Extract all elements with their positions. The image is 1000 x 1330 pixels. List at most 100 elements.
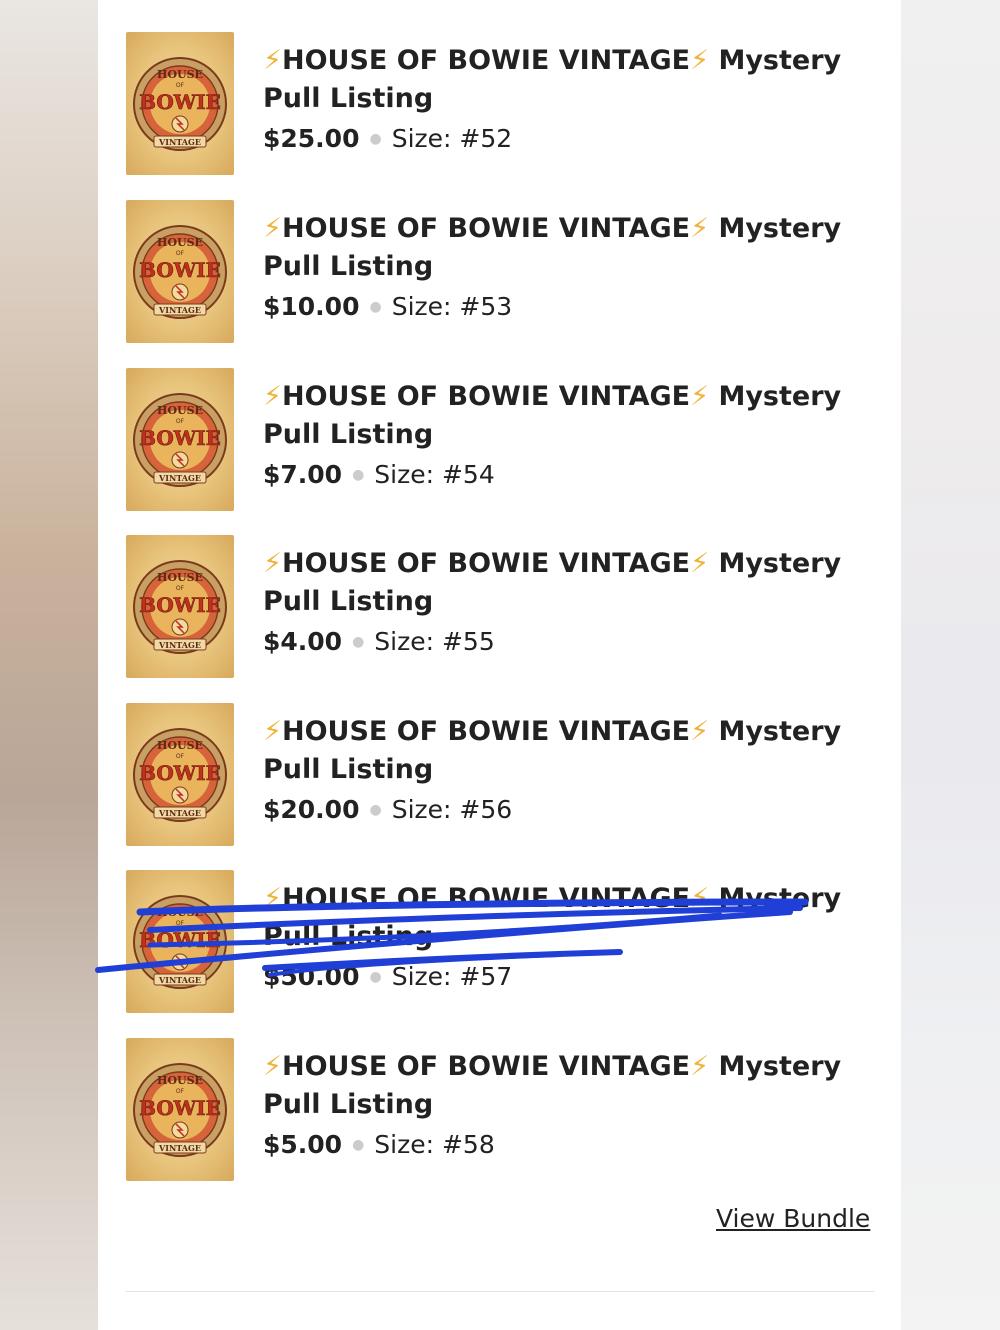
item-title[interactable]: ⚡HOUSE OF BOWIE VINTAGE⚡ Mystery Pull Li… (263, 42, 863, 118)
item-thumbnail[interactable]: HOUSE OF BOWIE VINTAGE (126, 703, 234, 846)
item-title[interactable]: ⚡HOUSE OF BOWIE VINTAGE⚡ Mystery Pull Li… (263, 713, 863, 789)
svg-text:HOUSE: HOUSE (157, 739, 203, 752)
lightning-bolt-icon: ⚡ (690, 716, 710, 747)
svg-text:OF: OF (176, 82, 185, 89)
item-title[interactable]: ⚡HOUSE OF BOWIE VINTAGE⚡ Mystery Pull Li… (263, 545, 863, 621)
svg-text:OF: OF (176, 1088, 185, 1095)
svg-text:BOWIE: BOWIE (139, 258, 221, 282)
separator-dot: ● (369, 131, 382, 147)
lightning-bolt-icon: ⚡ (263, 381, 282, 412)
svg-text:BOWIE: BOWIE (139, 761, 221, 785)
item-price-line: $10.00 ● Size: #53 (263, 292, 512, 321)
item-size: Size: #56 (391, 795, 513, 824)
item-title[interactable]: ⚡HOUSE OF BOWIE VINTAGE⚡ Mystery Pull Li… (263, 378, 863, 454)
separator-dot: ● (352, 1137, 365, 1153)
bundle-item[interactable]: HOUSE OF BOWIE VINTAGE ⚡HOUSE OF BOWIE V… (126, 870, 886, 1015)
svg-text:HOUSE: HOUSE (157, 236, 203, 249)
bundle-item[interactable]: HOUSE OF BOWIE VINTAGE ⚡HOUSE OF BOWIE V… (126, 200, 886, 345)
svg-text:OF: OF (176, 418, 185, 425)
svg-text:OF: OF (176, 250, 185, 257)
item-price-line: $7.00 ● Size: #54 (263, 460, 495, 489)
separator-dot: ● (369, 969, 382, 985)
separator-dot: ● (352, 634, 365, 650)
item-title[interactable]: ⚡HOUSE OF BOWIE VINTAGE⚡ Mystery Pull Li… (263, 1048, 863, 1124)
lightning-bolt-icon: ⚡ (690, 45, 710, 76)
item-price: $4.00 (263, 627, 343, 656)
house-of-bowie-logo-icon: HOUSE OF BOWIE VINTAGE (133, 225, 227, 319)
item-price: $7.00 (263, 460, 343, 489)
lightning-bolt-icon: ⚡ (263, 45, 282, 76)
svg-text:VINTAGE: VINTAGE (158, 1143, 201, 1153)
background-right (901, 0, 1000, 1330)
item-thumbnail[interactable]: HOUSE OF BOWIE VINTAGE (126, 32, 234, 175)
item-price: $20.00 (263, 795, 360, 824)
item-thumbnail[interactable]: HOUSE OF BOWIE VINTAGE (126, 200, 234, 343)
svg-text:VINTAGE: VINTAGE (158, 137, 201, 147)
lightning-bolt-icon: ⚡ (690, 883, 710, 914)
item-size: Size: #58 (374, 1130, 495, 1159)
item-thumbnail[interactable]: HOUSE OF BOWIE VINTAGE (126, 535, 234, 678)
lightning-bolt-icon: ⚡ (690, 1051, 710, 1082)
item-price-line: $20.00 ● Size: #56 (263, 795, 512, 824)
house-of-bowie-logo-icon: HOUSE OF BOWIE VINTAGE (133, 1063, 227, 1157)
lightning-bolt-icon: ⚡ (690, 213, 710, 244)
separator-dot: ● (352, 467, 365, 483)
svg-text:HOUSE: HOUSE (157, 571, 203, 584)
svg-text:HOUSE: HOUSE (157, 68, 203, 81)
lightning-bolt-icon: ⚡ (263, 1051, 282, 1082)
svg-text:BOWIE: BOWIE (139, 90, 221, 114)
svg-text:VINTAGE: VINTAGE (158, 975, 201, 985)
bundle-item[interactable]: HOUSE OF BOWIE VINTAGE ⚡HOUSE OF BOWIE V… (126, 32, 886, 177)
svg-text:HOUSE: HOUSE (157, 1074, 203, 1087)
item-thumbnail[interactable]: HOUSE OF BOWIE VINTAGE (126, 1038, 234, 1181)
svg-text:BOWIE: BOWIE (139, 593, 221, 617)
house-of-bowie-logo-icon: HOUSE OF BOWIE VINTAGE (133, 560, 227, 654)
lightning-bolt-icon: ⚡ (263, 213, 282, 244)
lightning-bolt-icon: ⚡ (690, 381, 710, 412)
item-price-line: $5.00 ● Size: #58 (263, 1130, 495, 1159)
svg-text:OF: OF (176, 585, 185, 592)
item-size: Size: #57 (391, 962, 513, 991)
divider (126, 1291, 874, 1292)
house-of-bowie-logo-icon: HOUSE OF BOWIE VINTAGE (133, 728, 227, 822)
bundle-item[interactable]: HOUSE OF BOWIE VINTAGE ⚡HOUSE OF BOWIE V… (126, 703, 886, 848)
bundle-item[interactable]: HOUSE OF BOWIE VINTAGE ⚡HOUSE OF BOWIE V… (126, 1038, 886, 1183)
svg-text:VINTAGE: VINTAGE (158, 808, 201, 818)
svg-text:BOWIE: BOWIE (139, 1096, 221, 1120)
lightning-bolt-icon: ⚡ (263, 883, 282, 914)
item-price: $10.00 (263, 292, 360, 321)
bundle-item[interactable]: HOUSE OF BOWIE VINTAGE ⚡HOUSE OF BOWIE V… (126, 368, 886, 513)
svg-text:VINTAGE: VINTAGE (158, 473, 201, 483)
lightning-bolt-icon: ⚡ (263, 716, 282, 747)
item-price: $25.00 (263, 124, 360, 153)
svg-text:HOUSE: HOUSE (157, 404, 203, 417)
svg-text:VINTAGE: VINTAGE (158, 640, 201, 650)
item-thumbnail[interactable]: HOUSE OF BOWIE VINTAGE (126, 870, 234, 1013)
item-size: Size: #55 (374, 627, 495, 656)
view-bundle-link[interactable]: View Bundle (716, 1204, 870, 1233)
house-of-bowie-logo-icon: HOUSE OF BOWIE VINTAGE (133, 895, 227, 989)
item-price-line: $25.00 ● Size: #52 (263, 124, 512, 153)
item-title[interactable]: ⚡HOUSE OF BOWIE VINTAGE⚡ Mystery Pull Li… (263, 210, 863, 286)
bundle-item[interactable]: HOUSE OF BOWIE VINTAGE ⚡HOUSE OF BOWIE V… (126, 535, 886, 680)
item-price: $5.00 (263, 1130, 343, 1159)
item-price: $50.00 (263, 962, 360, 991)
house-of-bowie-logo-icon: HOUSE OF BOWIE VINTAGE (133, 57, 227, 151)
svg-text:OF: OF (176, 753, 185, 760)
separator-dot: ● (369, 299, 382, 315)
svg-text:BOWIE: BOWIE (139, 928, 221, 952)
item-price-line: $4.00 ● Size: #55 (263, 627, 495, 656)
house-of-bowie-logo-icon: HOUSE OF BOWIE VINTAGE (133, 393, 227, 487)
item-thumbnail[interactable]: HOUSE OF BOWIE VINTAGE (126, 368, 234, 511)
svg-text:BOWIE: BOWIE (139, 426, 221, 450)
item-price-line: $50.00 ● Size: #57 (263, 962, 512, 991)
background-left (0, 0, 98, 1330)
item-size: Size: #54 (374, 460, 495, 489)
svg-text:OF: OF (176, 920, 185, 927)
separator-dot: ● (369, 802, 382, 818)
lightning-bolt-icon: ⚡ (690, 548, 710, 579)
item-title[interactable]: ⚡HOUSE OF BOWIE VINTAGE⚡ Mystery Pull Li… (263, 880, 863, 956)
svg-text:HOUSE: HOUSE (157, 906, 203, 919)
svg-text:VINTAGE: VINTAGE (158, 305, 201, 315)
item-size: Size: #53 (391, 292, 513, 321)
